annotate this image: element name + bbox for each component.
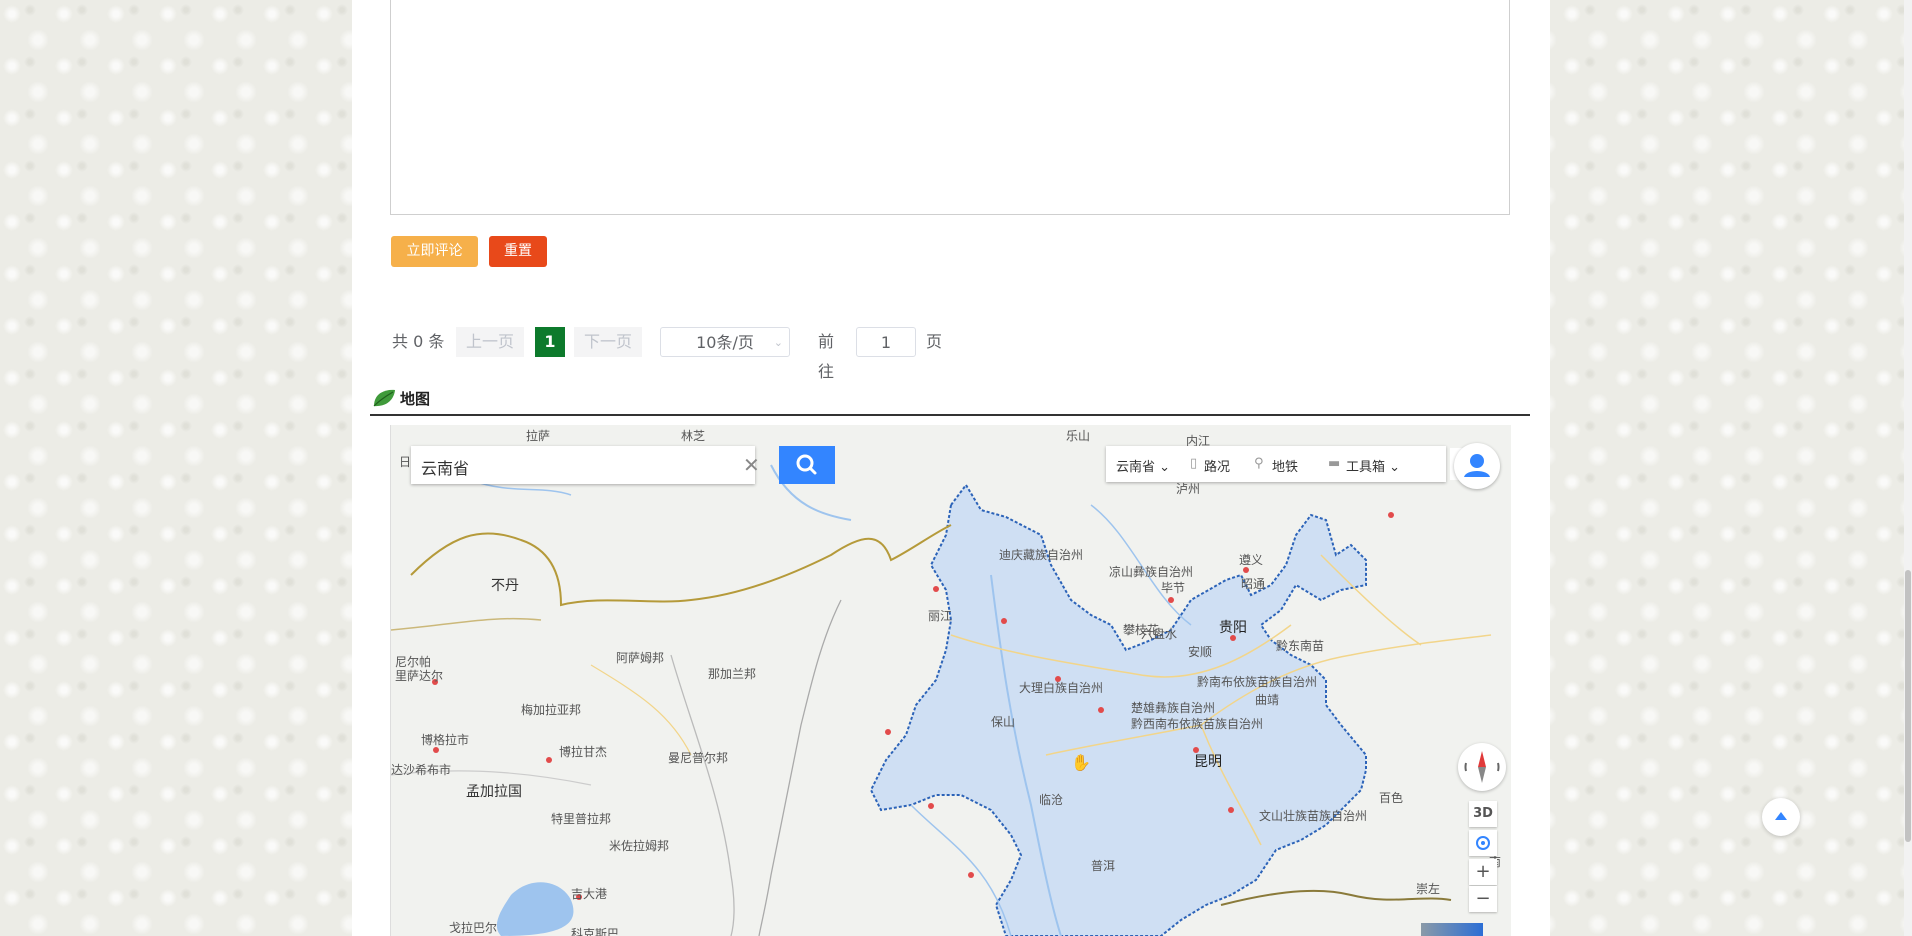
map-label: 保山 — [991, 715, 1016, 729]
submit-comment-button[interactable]: 立即评论 — [391, 236, 478, 267]
map-label: 黔西南布依族苗族自治州 — [1131, 717, 1264, 731]
map-label: 孟加拉国 — [466, 784, 522, 800]
subway-icon: ⚲ — [1254, 456, 1264, 471]
toolbox-button[interactable]: 工具箱 ⌄ — [1346, 456, 1400, 475]
map-label: 不丹 — [491, 578, 519, 594]
pagination-total: 共 0 条 — [392, 332, 445, 351]
goto-page-input[interactable]: 1 — [856, 327, 916, 357]
zoom-out-button[interactable]: − — [1469, 886, 1497, 912]
reset-button[interactable]: 重置 — [489, 236, 547, 267]
search-icon — [796, 454, 817, 475]
comment-textarea[interactable] — [390, 0, 1510, 215]
map-base — [391, 425, 1511, 936]
region-label: 云南省 — [1116, 460, 1156, 475]
map-label: 博拉甘杰 — [559, 745, 608, 759]
map-section-header: 地图 — [370, 384, 1530, 416]
map-label: 文山壮族苗族自治州 — [1259, 809, 1368, 823]
region-select[interactable]: 云南省 ⌄ — [1116, 456, 1170, 475]
map-label: 达沙希布市 — [391, 763, 452, 777]
map-label: 丽江 — [928, 609, 953, 623]
compass-control[interactable] — [1458, 743, 1506, 791]
locate-icon — [1476, 836, 1490, 850]
user-icon — [1464, 454, 1490, 477]
map-label: 曲靖 — [1255, 693, 1280, 707]
arrow-up-icon — [1775, 812, 1787, 820]
map-label: 科克斯巴 — [571, 927, 620, 936]
map-search-value: 云南省 — [421, 459, 470, 478]
map-label: 梅加拉亚邦 — [521, 703, 582, 717]
map-label: 黔东南苗 — [1276, 639, 1325, 653]
map-type-thumbnail[interactable] — [1421, 923, 1483, 936]
map-search-input[interactable]: 云南省 ✕ — [411, 446, 760, 484]
map-label: 泸州 — [1176, 482, 1201, 496]
map-label: 贵阳 — [1219, 620, 1247, 636]
back-to-top-button[interactable] — [1762, 798, 1800, 836]
page-suffix: 页 — [926, 332, 943, 351]
toolbox-label: 工具箱 — [1346, 460, 1386, 475]
zoom-in-button[interactable]: + — [1469, 859, 1497, 885]
map-label: 拉萨 — [526, 429, 551, 443]
3d-toggle-button[interactable]: 3D — [1469, 801, 1497, 827]
page-size-value: 10条/页 — [696, 333, 754, 352]
map-label: 临沧 — [1039, 793, 1064, 807]
page-scrollbar[interactable] — [1904, 0, 1912, 936]
map-label: 毕节 — [1161, 581, 1186, 595]
map-label: 阿萨姆邦 — [616, 651, 665, 665]
map-label: 博格拉市 — [421, 733, 470, 747]
traffic-button[interactable]: 路况 — [1204, 456, 1230, 475]
map-label: 里萨达尔 — [395, 669, 444, 683]
map-label: 特里普拉邦 — [551, 812, 612, 826]
map-label: 楚雄彝族自治州 — [1131, 701, 1216, 715]
scrollbar-thumb[interactable] — [1905, 570, 1911, 842]
leaf-icon — [373, 389, 395, 407]
map-view[interactable]: 拉萨 林芝 日 内江 乐山 泸州 遵义 毕节 贵阳 六盘水 安顺 黔东南苗 黔南… — [390, 425, 1511, 936]
map-label: 大理白族自治州 — [1019, 681, 1104, 695]
map-label: 林芝 — [681, 429, 706, 443]
map-label: 戈拉巴尔 — [449, 921, 498, 935]
map-label: 崇左 — [1416, 882, 1441, 896]
map-label: 普洱 — [1091, 859, 1116, 873]
compass-icon — [1464, 751, 1500, 783]
prev-page-button[interactable]: 上一页 — [456, 327, 524, 357]
subway-button[interactable]: 地铁 — [1272, 456, 1298, 475]
map-label: 昆明 — [1194, 754, 1222, 770]
map-label: 凉山彝族自治州 — [1109, 565, 1194, 579]
map-label: 曼尼普尔邦 — [668, 751, 729, 765]
chevron-down-icon: ⌄ — [773, 336, 783, 349]
hand-cursor-icon: ✋ — [1071, 753, 1091, 772]
map-toolbar: 云南省 ⌄ ▯ 路况 ⚲ 地铁 ▬ 工具箱 ⌄ — [1106, 446, 1446, 482]
map-label: 米佐拉姆邦 — [609, 839, 670, 853]
close-icon[interactable]: ✕ — [743, 453, 760, 477]
map-label: 那加兰邦 — [708, 667, 757, 681]
map-label: 迪庆藏族自治州 — [999, 548, 1084, 562]
locate-button[interactable] — [1469, 830, 1497, 856]
next-page-button[interactable]: 下一页 — [574, 327, 642, 357]
map-label: 日 — [399, 455, 412, 469]
map-label: 吉大港 — [571, 887, 608, 901]
map-label: 安顺 — [1188, 645, 1213, 659]
map-label: 昭通 — [1241, 577, 1266, 591]
user-button[interactable] — [1454, 443, 1500, 489]
map-search-button[interactable] — [779, 446, 835, 484]
map-label: 遵义 — [1239, 553, 1264, 567]
map-label: 攀枝花 — [1123, 623, 1160, 637]
toolbox-icon: ▬ — [1328, 456, 1341, 471]
traffic-icon: ▯ — [1190, 456, 1198, 471]
current-page-button[interactable]: 1 — [535, 327, 565, 357]
map-label: 黔南布依族苗族自治州 — [1197, 675, 1318, 689]
goto-label: 前往 — [818, 332, 835, 381]
page-size-select[interactable]: 10条/页 ⌄ — [660, 327, 790, 357]
main-content: 立即评论 重置 共 0 条 上一页 1 下一页 10条/页 ⌄ 前往 1 页 地… — [352, 0, 1550, 936]
map-label: 乐山 — [1066, 429, 1091, 443]
section-title: 地图 — [400, 390, 431, 408]
map-label: 百色 — [1379, 791, 1404, 805]
